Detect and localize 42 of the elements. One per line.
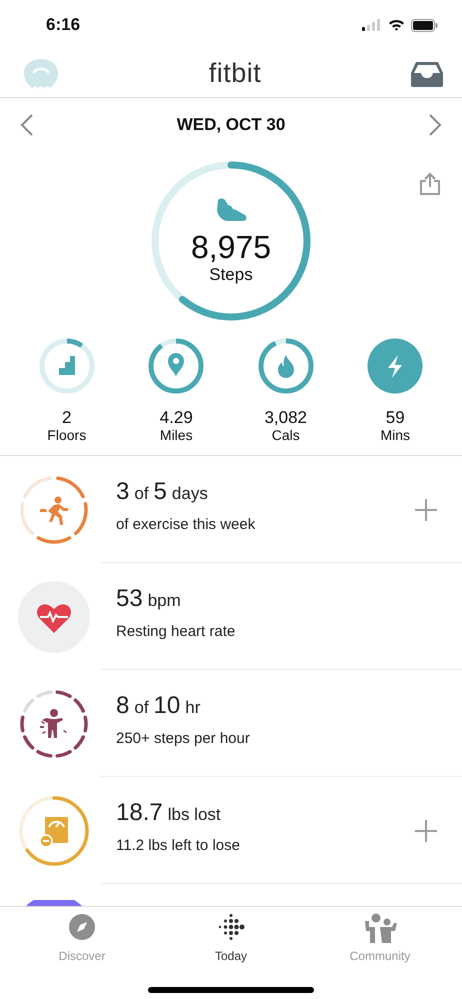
stat-ring[interactable] [148,338,204,394]
wifi-icon [388,19,405,31]
add-icon[interactable] [414,818,438,842]
add-icon[interactable] [414,498,438,522]
goal-subtitle: 250+ steps per hour [116,730,251,747]
stat-label: Floors [47,427,86,444]
date-label: WED, OCT 30 [176,115,286,135]
tab[interactable]: Discover [32,913,132,963]
app-title: fitbit [208,58,262,89]
stat-label: Mins [380,427,410,444]
status-time: 6:16 [46,15,80,35]
steps-label: Steps [209,265,253,285]
stat-value: 2 [62,408,72,427]
goal-subtitle: of exercise this week [116,516,256,533]
stat-ring[interactable] [38,338,95,394]
signal-icon [362,19,382,31]
ring-icon [24,900,84,906]
goal-title: 3 of 5 days [116,478,209,506]
tab[interactable]: Today [181,913,281,963]
stat-value: 4.29 [160,408,193,427]
goal-title: 53 bpm [116,585,182,613]
tab[interactable]: Community [330,913,430,963]
inbox-icon[interactable] [410,60,444,86]
previous-day-icon[interactable] [20,113,34,137]
goal-subtitle: Resting heart rate [116,623,236,640]
stat-value: 59 [386,408,405,427]
stat-label: Cals [272,427,300,444]
progress-ring [18,688,90,760]
stat-label: Miles [160,427,193,444]
goal-subtitle: 11.2 lbs left to lose [116,837,241,854]
stat-value: 3,082 [264,408,308,427]
dots-icon [217,913,245,941]
compass-icon [68,913,96,941]
goal-title: 8 of 10 hr [116,692,202,720]
share-icon[interactable] [418,172,442,196]
people-icon [363,913,397,943]
steps-count: 8,975 [190,229,272,265]
goal-title: 18.7 lbs lost [116,799,222,827]
stat-ring[interactable] [258,338,314,394]
battery-icon [411,18,438,32]
progress-ring [18,474,90,546]
next-day-icon[interactable] [428,113,442,137]
